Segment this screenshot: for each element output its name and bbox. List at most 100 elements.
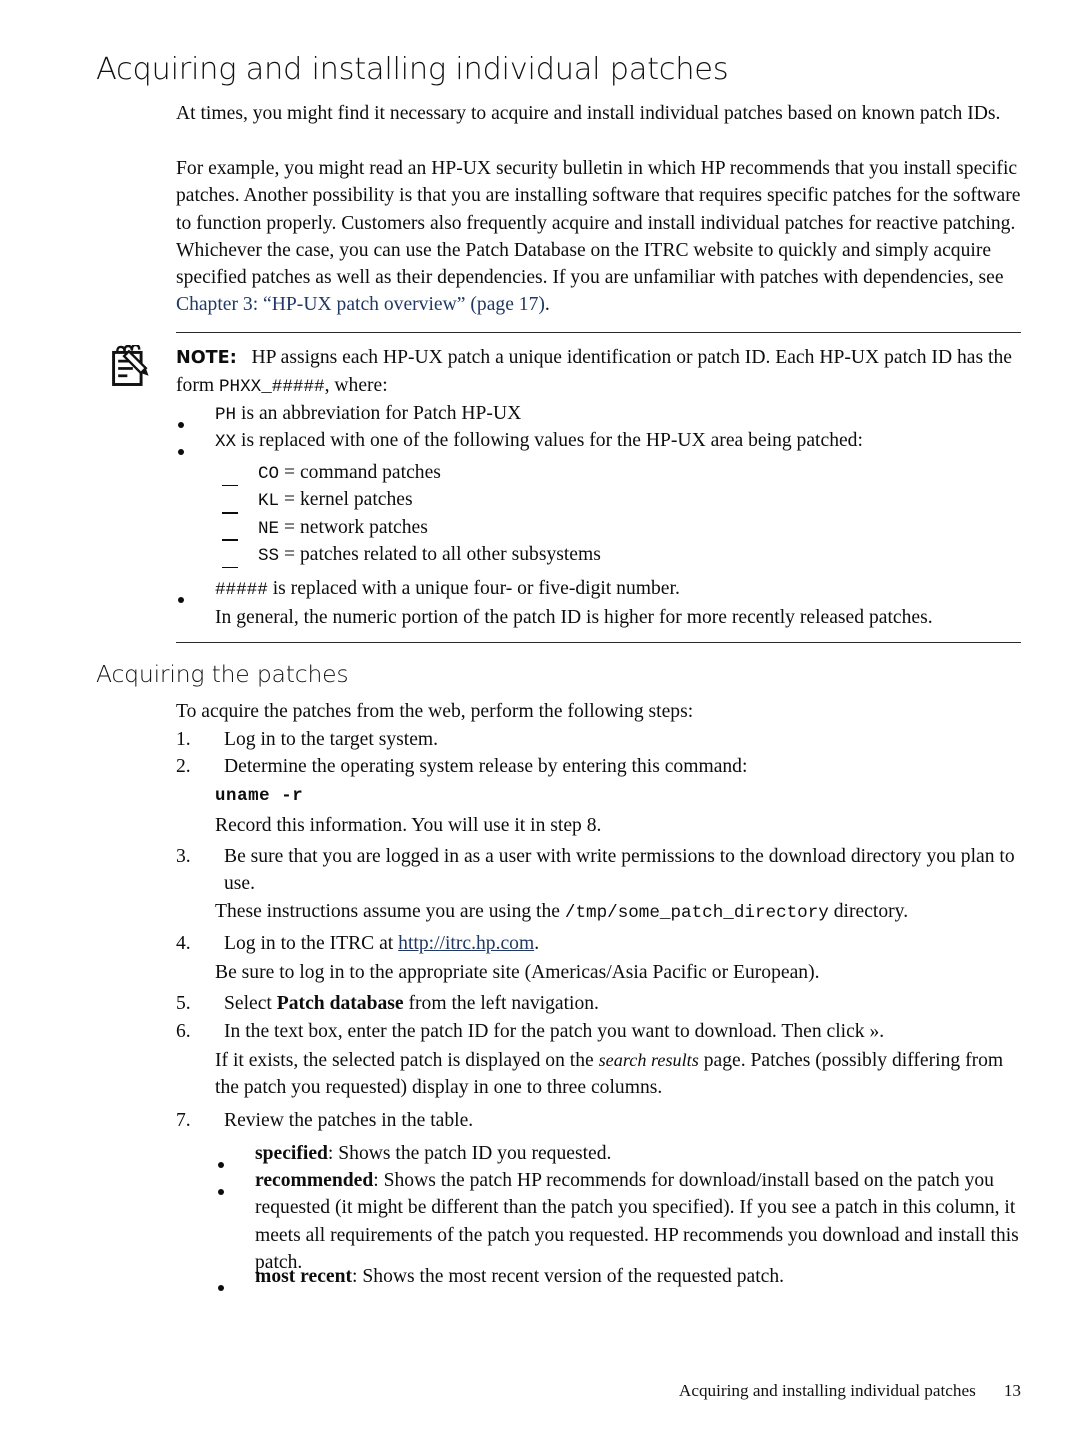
note-bullet-xx-text: is replaced with one of the following va… <box>236 430 863 451</box>
step-3-followup: These instructions assume you are using … <box>215 898 1025 927</box>
document-page: Acquiring and installing individual patc… <box>0 0 1080 1438</box>
step-2-followup-text: Record this information. You will use it… <box>215 815 602 836</box>
column-name-specified: specified <box>255 1143 328 1164</box>
page-cross-reference-link[interactable]: (page 17) <box>470 294 545 315</box>
page-footer: Acquiring and installing individual patc… <box>96 1381 1021 1401</box>
step-5: 5. Select Patch database from the left n… <box>176 990 1024 1017</box>
column-name-recommended: recommended <box>255 1170 374 1191</box>
acquiring-lead-text: To acquire the patches from the web, per… <box>176 701 694 722</box>
itrc-url-link[interactable]: http://itrc.hp.com <box>398 933 534 954</box>
step-4-text-a: Log in to the ITRC at <box>224 933 399 954</box>
list-item: 1. Log in to the target system. <box>176 726 1024 753</box>
list-item-label: specified: Shows the patch ID you reques… <box>255 1140 1020 1167</box>
list-item: 5. Select Patch database from the left n… <box>176 990 1024 1017</box>
note-bullet-ph-text: is an abbreviation for Patch HP-UX <box>236 403 522 424</box>
step-number: 4. <box>176 933 191 954</box>
list-item-label: KL = kernel patches <box>258 486 1024 515</box>
step-number: 3. <box>176 846 191 867</box>
bullet-icon <box>218 1273 224 1300</box>
list-item-label: CO = command patches <box>258 459 1024 488</box>
step-4: 4. Log in to the ITRC at http://itrc.hp.… <box>176 930 1024 957</box>
note-dash-co-code: CO <box>258 464 280 484</box>
step-1: 1. Log in to the target system. <box>176 726 1024 753</box>
note-dash-co-text: = command patches <box>279 462 441 483</box>
note-closing-paragraph: In general, the numeric portion of the p… <box>215 604 1025 631</box>
list-item: CO = command patches <box>176 459 1024 488</box>
step-3-followup-text: These instructions assume you are using … <box>215 898 1025 927</box>
acquiring-lead-paragraph: To acquire the patches from the web, per… <box>176 698 1024 725</box>
step-number: 5. <box>176 993 191 1014</box>
list-item-label: most recent: Shows the most recent versi… <box>255 1263 1020 1290</box>
step-3-followup-a: These instructions assume you are using … <box>215 901 565 922</box>
note-bullet-xx: XX is replaced with one of the following… <box>176 427 1024 456</box>
note-text-block: NOTE: HP assigns each HP-UX patch a uniq… <box>176 344 1024 402</box>
step-2: 2. Determine the operating system releas… <box>176 753 1024 780</box>
column-desc-specified: : Shows the patch ID you requested. <box>327 1143 612 1164</box>
list-item: KL = kernel patches <box>176 486 1024 515</box>
column-bullet-recommended: recommended: Shows the patch HP recommen… <box>215 1167 1020 1276</box>
intro-paragraph-2: For example, you might read an HP-UX sec… <box>176 155 1024 319</box>
list-item-label: SS = patches related to all other subsys… <box>258 541 1024 570</box>
step-7-text: Review the patches in the table. <box>224 1110 474 1131</box>
step-2-followup: Record this information. You will use it… <box>215 812 1025 839</box>
step-3-followup-b: directory. <box>828 901 909 922</box>
note-bullet-digits-code: ##### <box>215 580 268 600</box>
step-4-text-b: . <box>534 933 540 954</box>
intro-paragraph-2-body: For example, you might read an HP-UX sec… <box>176 158 1021 289</box>
bullet-icon <box>178 585 184 612</box>
step-2-text: Determine the operating system release b… <box>224 756 748 777</box>
list-item: most recent: Shows the most recent versi… <box>215 1263 1020 1291</box>
list-item: 4. Log in to the ITRC at http://itrc.hp.… <box>176 930 1024 957</box>
note-label: NOTE: <box>176 348 237 368</box>
note-paragraph: NOTE: HP assigns each HP-UX patch a uniq… <box>176 344 1024 402</box>
list-item: 7. Review the patches in the table. <box>176 1107 1024 1134</box>
column-bullet-specified: specified: Shows the patch ID you reques… <box>215 1140 1020 1168</box>
list-item: 6. In the text box, enter the patch ID f… <box>176 1018 1024 1045</box>
step-4-followup-text: Be sure to log in to the appropriate sit… <box>215 962 820 983</box>
step-6-followup-a: If it exists, the selected patch is disp… <box>215 1050 599 1071</box>
uname-command: uname -r <box>215 787 304 806</box>
step-7: 7. Review the patches in the table. <box>176 1107 1024 1134</box>
step-6-followup: If it exists, the selected patch is disp… <box>215 1047 1025 1102</box>
footer-title: Acquiring and installing individual patc… <box>678 1381 976 1400</box>
note-dash-ss-text: = patches related to all other subsystem… <box>279 543 601 565</box>
note-bullet-xx-code: XX <box>215 432 237 452</box>
list-item: XX is replaced with one of the following… <box>176 427 1024 456</box>
step-number: 2. <box>176 756 191 777</box>
note-bullet-ph: PH is an abbreviation for Patch HP-UX <box>176 400 1024 429</box>
list-item: 3. Be sure that you are logged in as a u… <box>176 843 1024 898</box>
step-5-text-a: Select <box>224 993 277 1014</box>
intro-paragraph-2-text: For example, you might read an HP-UX sec… <box>176 155 1024 319</box>
note-bullet-digits-text: is replaced with a unique four- or five-… <box>267 578 680 599</box>
step-2-command-block: uname -r <box>215 783 1025 810</box>
step-number: 7. <box>176 1110 191 1131</box>
note-body-b: , where: <box>324 375 388 397</box>
list-item: PH is an abbreviation for Patch HP-UX <box>176 400 1024 429</box>
note-dash-ne-code: NE <box>258 518 280 539</box>
step-6-text: In the text box, enter the patch ID for … <box>224 1021 885 1042</box>
step-5-text: Select Patch database from the left navi… <box>224 990 1024 1017</box>
list-item: recommended: Shows the patch HP recommen… <box>215 1167 1020 1276</box>
note-dash-kl-code: KL <box>258 491 280 512</box>
step-3: 3. Be sure that you are logged in as a u… <box>176 843 1024 898</box>
list-item-label: ##### is replaced with a unique four- or… <box>215 575 1024 604</box>
intro-paragraph-1-text: At times, you might find it necessary to… <box>176 103 1001 124</box>
note-dash-ss-code: SS <box>258 545 280 566</box>
section-title-acquiring: Acquiring the patches <box>96 660 349 688</box>
note-top-rule <box>176 332 1021 333</box>
list-item: SS = patches related to all other subsys… <box>176 541 1024 570</box>
note-patch-id-format: PHXX_##### <box>219 377 325 398</box>
note-pad-pencil-icon <box>109 343 153 391</box>
step-4-followup: Be sure to log in to the appropriate sit… <box>215 959 1025 986</box>
chapter-cross-reference-link[interactable]: Chapter 3: “HP-UX patch overview” <box>176 294 465 315</box>
note-dash-list: CO = command patches KL = kernel patches… <box>176 459 1024 570</box>
step-number: 1. <box>176 729 191 750</box>
step-6-followup-text: If it exists, the selected patch is disp… <box>215 1047 1025 1102</box>
note-bottom-rule <box>176 642 1021 643</box>
note-closing-text: In general, the numeric portion of the p… <box>215 607 933 628</box>
column-bullet-most-recent: most recent: Shows the most recent versi… <box>215 1263 1020 1291</box>
step-6: 6. In the text box, enter the patch ID f… <box>176 1018 1024 1045</box>
patch-database-label: Patch database <box>276 993 404 1014</box>
intro-paragraph-2-period: . <box>544 294 550 316</box>
list-item-label: recommended: Shows the patch HP recommen… <box>255 1167 1020 1276</box>
